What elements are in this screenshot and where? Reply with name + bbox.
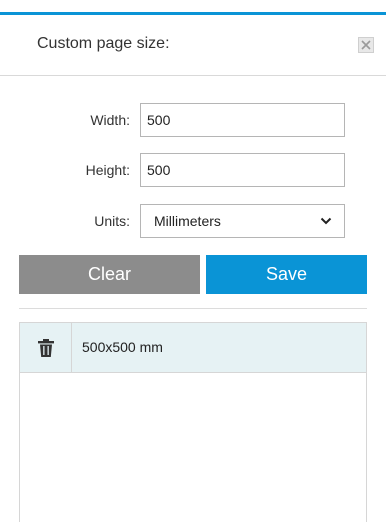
width-label: Width:: [90, 112, 130, 128]
trash-icon: [37, 338, 54, 357]
list-item-label: 500x500 mm: [82, 339, 163, 355]
units-row: Units: Millimeters: [0, 204, 386, 238]
height-label: Height:: [85, 162, 130, 178]
height-input[interactable]: [140, 153, 345, 187]
top-bar: [0, 0, 386, 15]
clear-button[interactable]: Clear: [19, 255, 200, 294]
close-button[interactable]: [358, 37, 374, 53]
dialog-header: Custom page size:: [0, 15, 386, 76]
units-label: Units:: [94, 213, 130, 229]
units-select[interactable]: Millimeters: [140, 204, 345, 238]
save-button[interactable]: Save: [206, 255, 367, 294]
custom-page-size-panel: Custom page size: Width: Height: Units: …: [0, 0, 386, 522]
units-selected-value: Millimeters: [154, 213, 221, 229]
list-item[interactable]: 500x500 mm: [20, 323, 366, 373]
divider: [19, 308, 367, 309]
height-row: Height:: [0, 153, 386, 187]
width-input[interactable]: [140, 103, 345, 137]
close-icon: [361, 40, 371, 50]
delete-button[interactable]: [20, 323, 72, 372]
page-size-list: 500x500 mm: [19, 322, 367, 522]
dialog-title: Custom page size:: [37, 35, 170, 52]
chevron-down-icon: [320, 217, 332, 225]
width-row: Width:: [0, 103, 386, 137]
